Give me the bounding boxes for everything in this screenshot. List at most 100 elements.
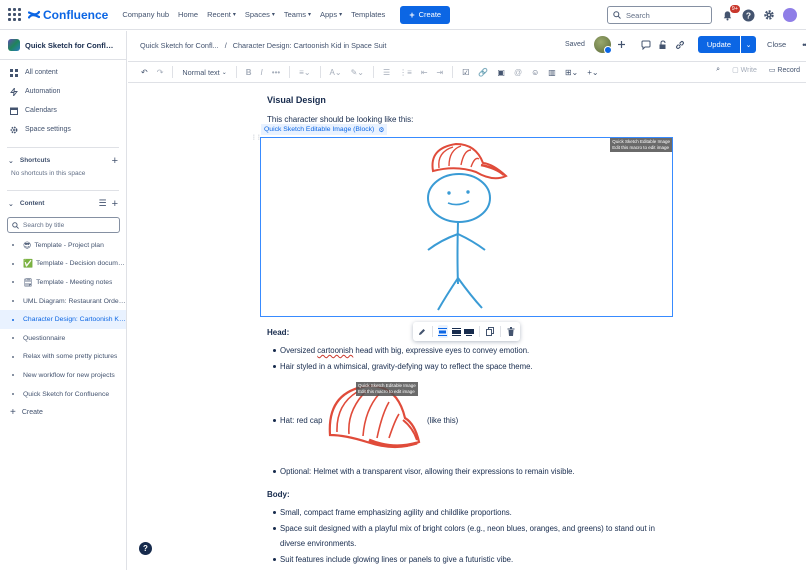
breadcrumb-separator: /: [224, 41, 227, 50]
content-tree: 😎 Template - Project plan ✅ Template - Dec…: [0, 236, 126, 403]
chevron-down-icon: ▾: [307, 12, 311, 18]
nav-apps[interactable]: Apps ▾: [320, 10, 342, 19]
nav-spaces[interactable]: Spaces ▾: [245, 10, 275, 19]
copy-link-button[interactable]: [672, 37, 688, 53]
more-actions-icon[interactable]: •••: [802, 40, 806, 50]
delete-trash-icon[interactable]: [506, 325, 516, 338]
nav-templates[interactable]: Templates: [351, 10, 385, 19]
sidebar-item-space-settings[interactable]: Space settings: [0, 120, 126, 139]
content-section-header[interactable]: ⌄ Content ☰ +: [0, 194, 126, 213]
image-floating-toolbar: [413, 322, 520, 341]
shortcuts-section-header[interactable]: ⌄ Shortcuts +: [0, 151, 126, 170]
title-search-input[interactable]: Search by title: [7, 217, 120, 233]
wide-layout-icon[interactable]: [451, 325, 461, 338]
highlight-icon[interactable]: ✎⌄: [351, 68, 364, 77]
breadcrumb-page-link[interactable]: Character Design: Cartoonish Kid in Spac…: [233, 41, 387, 50]
lock-icon: [659, 39, 666, 49]
indent-icon[interactable]: ⇥: [437, 68, 444, 77]
bullet-list-icon[interactable]: ☰: [383, 68, 390, 77]
help-button[interactable]: ?: [738, 5, 758, 25]
tree-item[interactable]: ✅Template - Decision documentation: [0, 255, 126, 274]
text-style-select[interactable]: Normal text ⌄: [182, 68, 226, 77]
outdent-icon[interactable]: ⇤: [421, 68, 428, 77]
tree-item[interactable]: 🗒 Template - Meeting notes: [0, 273, 126, 292]
tree-item-active[interactable]: Character Design: Cartoonish Kid in Spac…: [0, 310, 126, 329]
confluence-logo-icon: [28, 10, 40, 19]
help-question-icon[interactable]: ?: [139, 542, 152, 555]
sidebar-item-all-content[interactable]: All content: [0, 63, 126, 82]
nav-company-hub[interactable]: Company hub: [122, 10, 169, 19]
nav-teams[interactable]: Teams ▾: [284, 10, 311, 19]
sidebar-item-automation[interactable]: Automation: [0, 82, 126, 101]
profile-button[interactable]: [780, 5, 800, 25]
inline-macro-tooltip: Quick Sketch Editable Image Edit this ma…: [356, 382, 418, 396]
editor-toolbar: ↶ ↷ Normal text ⌄ B I ••• ≡⌄ A⌄ ✎⌄ ☰ ⋮≡ ⇤…: [128, 61, 806, 83]
create-button[interactable]: + Create: [400, 5, 451, 24]
plus-icon: +: [10, 406, 16, 418]
close-button[interactable]: Close: [767, 40, 786, 49]
align-icon[interactable]: ≡⌄: [299, 68, 310, 77]
align-center-icon[interactable]: [437, 325, 448, 338]
tree-item[interactable]: Relax with some pretty pictures: [0, 348, 126, 367]
nav-recent[interactable]: Recent ▾: [207, 10, 236, 19]
settings-sliders-icon[interactable]: ⚙: [378, 126, 384, 134]
space-header[interactable]: Quick Sketch for Confluence: [0, 31, 126, 60]
plus-icon: [618, 41, 626, 48]
insert-plus-icon[interactable]: +⌄: [587, 68, 598, 77]
action-item-icon[interactable]: ☑: [462, 68, 469, 77]
copy-icon[interactable]: [485, 325, 495, 338]
gear-icon: [10, 126, 18, 133]
record-button[interactable]: ▭ Record: [769, 66, 800, 74]
notifications-button[interactable]: 9+: [717, 5, 740, 25]
breadcrumb-space-link[interactable]: Quick Sketch for Confl...: [140, 41, 219, 50]
macro-label[interactable]: Quick Sketch Editable Image (Block) ⚙: [261, 124, 388, 135]
filter-icon[interactable]: ☰: [98, 198, 106, 210]
undo-icon[interactable]: ↶: [141, 68, 148, 77]
update-button[interactable]: Update: [697, 36, 741, 53]
write-button[interactable]: ▢ Write: [732, 66, 757, 74]
link-icon: [675, 40, 684, 49]
more-formatting-icon[interactable]: •••: [272, 68, 280, 77]
nav-home[interactable]: Home: [178, 10, 198, 19]
spellcheck-word[interactable]: cartoonish: [317, 346, 353, 355]
find-replace-icon[interactable]: ⌕: [716, 66, 720, 74]
settings-button[interactable]: [759, 5, 779, 25]
table-icon[interactable]: ⊞⌄: [565, 68, 578, 77]
question-icon: ?: [742, 9, 754, 21]
notepad-emoji-icon: 🗒: [23, 277, 34, 287]
search-input[interactable]: Search: [607, 6, 712, 24]
italic-icon[interactable]: I: [261, 68, 263, 77]
tree-item[interactable]: Quick Sketch for Confluence: [0, 385, 126, 404]
numbered-list-icon[interactable]: ⋮≡: [399, 68, 412, 77]
restrictions-button[interactable]: [655, 37, 671, 53]
edit-pencil-icon[interactable]: [417, 325, 427, 338]
tree-item[interactable]: Questionnaire: [0, 329, 126, 348]
tree-item[interactable]: UML Diagram: Restaurant Ordering: [0, 292, 126, 311]
comment-button[interactable]: [638, 37, 654, 53]
sidebar-item-calendars[interactable]: Calendars: [0, 101, 126, 120]
bold-icon[interactable]: B: [246, 68, 252, 77]
full-width-icon[interactable]: [464, 325, 475, 338]
search-icon: [12, 221, 19, 229]
collaborator-avatar[interactable]: [593, 36, 612, 54]
redo-icon[interactable]: ↷: [157, 68, 164, 77]
search-icon: [613, 11, 621, 19]
link-icon[interactable]: 🔗: [478, 68, 488, 77]
image-icon[interactable]: ▣: [497, 68, 505, 77]
tree-item[interactable]: New workflow for new projects: [0, 366, 126, 385]
tree-item[interactable]: 😎 Template - Project plan: [0, 236, 126, 255]
update-options-button[interactable]: ⌄: [741, 36, 757, 53]
checkmark-emoji-icon: ✅: [23, 259, 33, 269]
invite-button[interactable]: [614, 37, 630, 53]
add-shortcut-button[interactable]: +: [112, 155, 118, 167]
layouts-icon[interactable]: ▥: [548, 68, 556, 77]
sidebar-create-button[interactable]: + Create: [0, 403, 126, 421]
add-content-button[interactable]: +: [112, 198, 118, 210]
confluence-logo[interactable]: Confluence: [28, 8, 108, 22]
sketch-macro-block[interactable]: Quick Sketch Editable Image Edit this ma…: [260, 137, 673, 317]
text-color-icon[interactable]: A⌄: [330, 68, 342, 77]
sidebar-divider: [7, 147, 119, 148]
app-switcher-icon[interactable]: [8, 7, 22, 22]
emoji-icon[interactable]: ☺: [531, 68, 539, 77]
mention-icon[interactable]: @: [514, 68, 522, 77]
